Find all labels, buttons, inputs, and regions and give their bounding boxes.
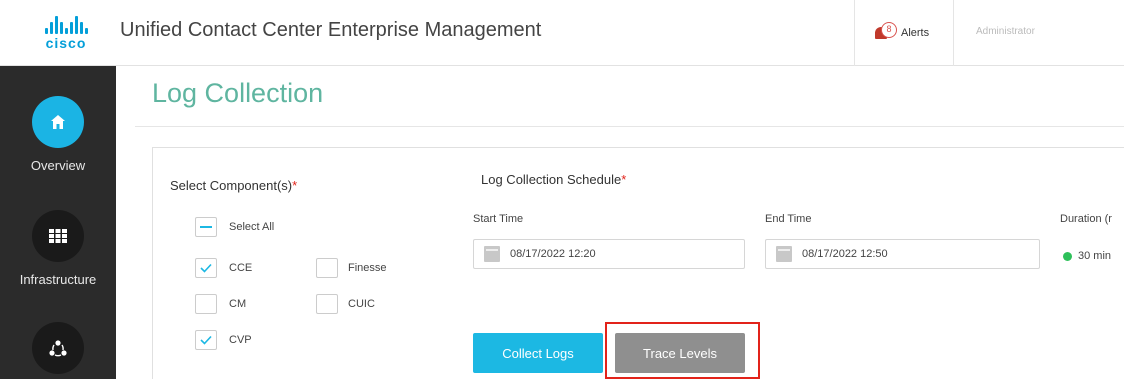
calendar-icon: [776, 246, 792, 262]
bell-icon: 8: [875, 22, 897, 43]
nodes-icon: [32, 322, 84, 374]
sidebar-item-nodes[interactable]: [0, 322, 116, 374]
calendar-icon: [484, 246, 500, 262]
title-divider: [135, 126, 1124, 127]
alerts-label: Alerts: [901, 27, 930, 39]
start-time-value: 08/17/2022 12:20: [510, 248, 596, 260]
brand-name: cisco: [45, 35, 87, 51]
alerts-count-badge: 8: [881, 22, 897, 38]
page-title: Log Collection: [152, 78, 324, 108]
checkbox-finesse[interactable]: [316, 258, 338, 278]
checkbox-label-cvp: CVP: [229, 334, 252, 346]
highlight-box: [605, 322, 760, 379]
sidebar-item-label: Overview: [30, 158, 86, 173]
collect-logs-button[interactable]: Collect Logs: [473, 333, 603, 373]
end-time-value: 08/17/2022 12:50: [802, 248, 888, 260]
home-icon: [32, 96, 84, 148]
grid-icon: [32, 210, 84, 262]
top-header: cisco Unified Contact Center Enterprise …: [0, 0, 1124, 66]
end-time-label: End Time: [765, 213, 812, 225]
checkbox-label-finesse: Finesse: [348, 262, 387, 274]
schedule-section-label: Log Collection Schedule*: [481, 172, 627, 187]
checkmark-icon: [200, 263, 212, 273]
start-time-label: Start Time: [473, 213, 524, 225]
checkbox-cce[interactable]: [195, 258, 217, 278]
sidebar-item-label: Infrastructure: [19, 272, 97, 287]
select-all-label: Select All: [229, 221, 275, 233]
duration-value: 30 min: [1078, 250, 1112, 262]
component-section-label: Select Component(s)*: [170, 178, 298, 193]
cisco-bars-icon: [28, 14, 104, 34]
checkbox-cm[interactable]: [195, 294, 217, 314]
end-time-input[interactable]: 08/17/2022 12:50: [765, 239, 1040, 269]
cisco-logo[interactable]: cisco: [28, 14, 104, 54]
checkmark-icon: [200, 335, 212, 345]
start-time-input[interactable]: 08/17/2022 12:20: [473, 239, 745, 269]
user-menu[interactable]: Administrator: [976, 26, 1035, 37]
checkbox-label-cuic: CUIC: [348, 298, 375, 310]
checkbox-cuic[interactable]: [316, 294, 338, 314]
checkbox-cvp[interactable]: [195, 330, 217, 350]
sidebar: Overview Infrastructure: [0, 66, 116, 379]
checkbox-label-cce: CCE: [229, 262, 253, 274]
checkbox-label-cm: CM: [229, 298, 247, 310]
app-title: Unified Contact Center Enterprise Manage…: [120, 19, 542, 41]
duration-display: 30 min: [1063, 250, 1111, 262]
alerts-button[interactable]: 8 Alerts: [854, 0, 954, 66]
minus-icon: [200, 226, 212, 228]
sidebar-item-overview[interactable]: Overview: [0, 96, 116, 173]
select-all-checkbox[interactable]: [195, 217, 217, 237]
duration-label: Duration (r: [1060, 213, 1112, 225]
status-dot-icon: [1063, 251, 1072, 261]
